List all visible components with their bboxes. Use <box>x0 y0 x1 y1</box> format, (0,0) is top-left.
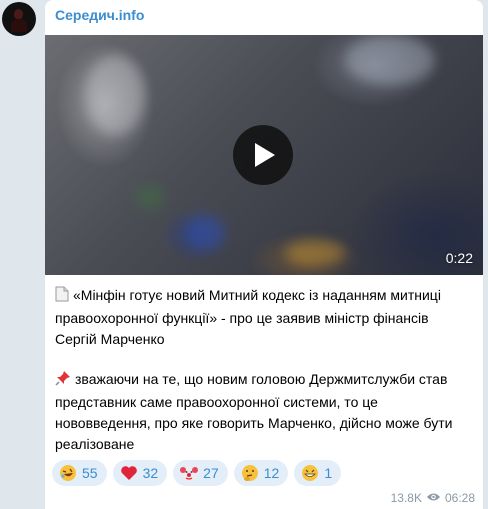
play-button[interactable] <box>233 125 293 185</box>
reaction-grin[interactable]: 1 <box>294 460 342 486</box>
message-bubble: Середич.info 0:22 «Мінфін готує новий Ми… <box>45 0 483 509</box>
thinking-emoji <box>241 464 259 482</box>
eye-icon <box>426 491 441 505</box>
reaction-count: 1 <box>324 465 333 481</box>
reaction-thinking[interactable]: 12 <box>233 460 289 486</box>
avatar-figure-body <box>11 19 27 32</box>
message-time: 06:28 <box>444 491 475 505</box>
post-paragraph-1-text: «Мінфін готує новий Митний кодекс із над… <box>55 287 441 347</box>
post-paragraph-2-text: зважаючи на те, що новим головою Держмит… <box>55 371 453 452</box>
channel-avatar[interactable] <box>2 2 36 36</box>
red-heart-emoji <box>120 464 138 482</box>
page-icon <box>55 286 69 308</box>
video-duration: 0:22 <box>445 250 473 266</box>
video-preview[interactable]: 0:22 <box>45 35 483 275</box>
rofl-emoji <box>59 464 77 482</box>
post-paragraph-1: «Мінфін готує новий Митний кодекс із над… <box>55 285 470 350</box>
reaction-count: 32 <box>142 465 159 481</box>
pushpin-icon <box>55 370 71 392</box>
reaction-rofl[interactable]: 55 <box>52 460 107 486</box>
reactions-bar: 55 32 27 12 1 <box>52 460 342 486</box>
reaction-count: 55 <box>82 465 98 481</box>
clown-emoji <box>180 464 199 482</box>
reaction-count: 12 <box>263 465 280 481</box>
reaction-count: 27 <box>203 465 219 481</box>
post-paragraph-2: зважаючи на те, що новим головою Держмит… <box>55 369 470 455</box>
message-meta: 13.8K 06:28 <box>391 491 475 505</box>
view-count: 13.8K <box>390 491 422 505</box>
reaction-clown[interactable]: 27 <box>173 460 228 486</box>
grin-emoji <box>301 464 319 482</box>
channel-name[interactable]: Середич.info <box>55 7 144 23</box>
reaction-heart[interactable]: 32 <box>112 460 168 486</box>
play-icon <box>255 143 275 167</box>
avatar-figure-head <box>14 9 23 19</box>
